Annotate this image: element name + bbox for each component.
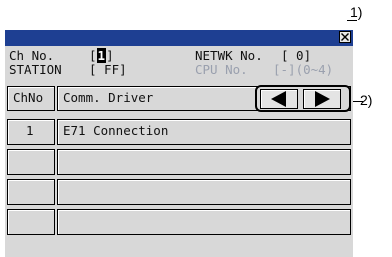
ch-no-bracket-close: ] bbox=[106, 48, 114, 63]
cpu-no-value: [-](0~4) bbox=[273, 62, 334, 77]
table-row-3-driver[interactable] bbox=[57, 179, 351, 205]
table-row-1-driver[interactable]: E71 Connection bbox=[57, 119, 351, 145]
netwk-no-label: NETWK No. bbox=[195, 48, 263, 63]
ch-no-field[interactable]: [1] bbox=[89, 48, 114, 63]
close-icon bbox=[341, 33, 349, 41]
prev-page-button[interactable] bbox=[260, 89, 298, 109]
cpu-no-label: CPU No. bbox=[195, 62, 248, 77]
ch-no-value: 1 bbox=[96, 48, 107, 63]
ch-no-bracket-open: [ bbox=[89, 48, 97, 63]
table-row-2-driver[interactable] bbox=[57, 149, 351, 175]
ch-no-label: Ch No. bbox=[9, 48, 55, 63]
callout-2-leader bbox=[353, 101, 363, 102]
triangle-left-icon bbox=[271, 91, 286, 107]
callout-1-leader bbox=[347, 20, 357, 21]
station-label: STATION bbox=[9, 62, 62, 77]
station-value[interactable]: [ FF] bbox=[89, 63, 127, 77]
table-row-3-ch[interactable] bbox=[7, 179, 55, 205]
table-row-2-ch[interactable] bbox=[7, 149, 55, 175]
close-button[interactable] bbox=[339, 31, 351, 43]
netwk-no-value[interactable]: [ 0] bbox=[281, 49, 311, 63]
table-row-4-driver[interactable] bbox=[57, 209, 351, 235]
gt-window: Ch No. [1] NETWK No. [ 0] STATION [ FF] … bbox=[5, 30, 353, 257]
title-bar bbox=[5, 30, 353, 46]
table-row-4-ch[interactable] bbox=[7, 209, 55, 235]
callout-2-label: 2) bbox=[360, 92, 373, 108]
next-page-button[interactable] bbox=[303, 89, 341, 109]
page-nav-group bbox=[255, 85, 351, 112]
callout-1-label: 1) bbox=[350, 4, 363, 20]
column-header-chno: ChNo bbox=[7, 86, 55, 111]
triangle-right-icon bbox=[315, 91, 330, 107]
table-row-1-ch[interactable]: 1 bbox=[7, 119, 55, 145]
